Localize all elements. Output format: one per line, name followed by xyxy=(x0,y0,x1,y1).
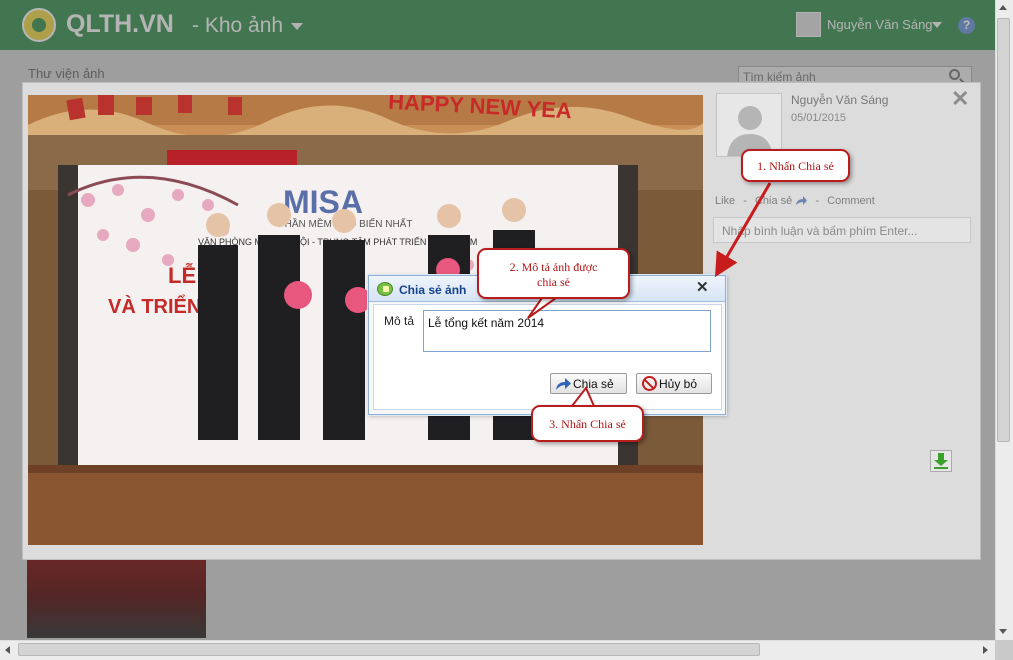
scroll-left-icon[interactable] xyxy=(5,646,10,654)
separator: - xyxy=(743,195,747,207)
photo-banner-line2: VÀ TRIỂN xyxy=(108,295,201,318)
cancel-button-label: Hủy bỏ xyxy=(659,377,698,391)
close-icon[interactable]: ✕ xyxy=(696,280,709,296)
description-label: Mô tả xyxy=(384,314,415,328)
scroll-up-icon[interactable] xyxy=(999,5,1007,10)
callout-step-2: 2. Mô tả ảnh được chia sẻ xyxy=(477,248,630,299)
description-input[interactable]: Lễ tổng kết năm 2014 xyxy=(423,310,711,352)
share-link[interactable]: Chia sẻ xyxy=(755,195,792,207)
share-icon[interactable] xyxy=(795,196,808,206)
download-button[interactable] xyxy=(930,450,952,472)
scroll-right-icon[interactable] xyxy=(983,646,988,654)
horizontal-scroll-thumb[interactable] xyxy=(18,643,760,656)
callout-step-1: 1. Nhấn Chia sẻ xyxy=(741,149,850,182)
photo-actions: Like - Chia sẻ - Comment xyxy=(715,195,875,207)
photo-date: 05/01/2015 xyxy=(791,112,847,124)
callout-step-2-line2: chia sẻ xyxy=(537,275,570,289)
dialog-title: Chia sẻ ảnh xyxy=(399,283,467,297)
photo-owner-name[interactable]: Nguyễn Văn Sáng xyxy=(791,93,888,107)
like-link[interactable]: Like xyxy=(715,195,735,207)
comment-link[interactable]: Comment xyxy=(827,195,875,207)
callout-step-3: 3. Nhấn Chia sẻ xyxy=(531,405,644,442)
callout-step-2-line1: 2. Mô tả ảnh được xyxy=(509,260,598,274)
download-icon xyxy=(934,453,948,469)
vertical-scroll-thumb[interactable] xyxy=(997,18,1010,442)
share-button-label: Chia sẻ xyxy=(573,377,614,391)
share-button[interactable]: Chia sẻ xyxy=(550,373,627,394)
scroll-down-icon[interactable] xyxy=(999,629,1007,634)
separator: - xyxy=(815,195,820,207)
share-photo-icon xyxy=(377,282,393,296)
cancel-button[interactable]: Hủy bỏ xyxy=(636,373,712,394)
dialog-body: Mô tả Lễ tổng kết năm 2014 Chia sẻ Hủy b… xyxy=(373,304,722,410)
cancel-icon xyxy=(642,376,657,391)
close-icon[interactable]: ✕ xyxy=(951,88,969,110)
photo-banner-line1: LỄ xyxy=(168,262,196,288)
avatar[interactable] xyxy=(716,93,782,157)
comment-input[interactable]: Nhập bình luận và bấm phím Enter... xyxy=(713,217,971,243)
share-icon xyxy=(556,378,571,390)
